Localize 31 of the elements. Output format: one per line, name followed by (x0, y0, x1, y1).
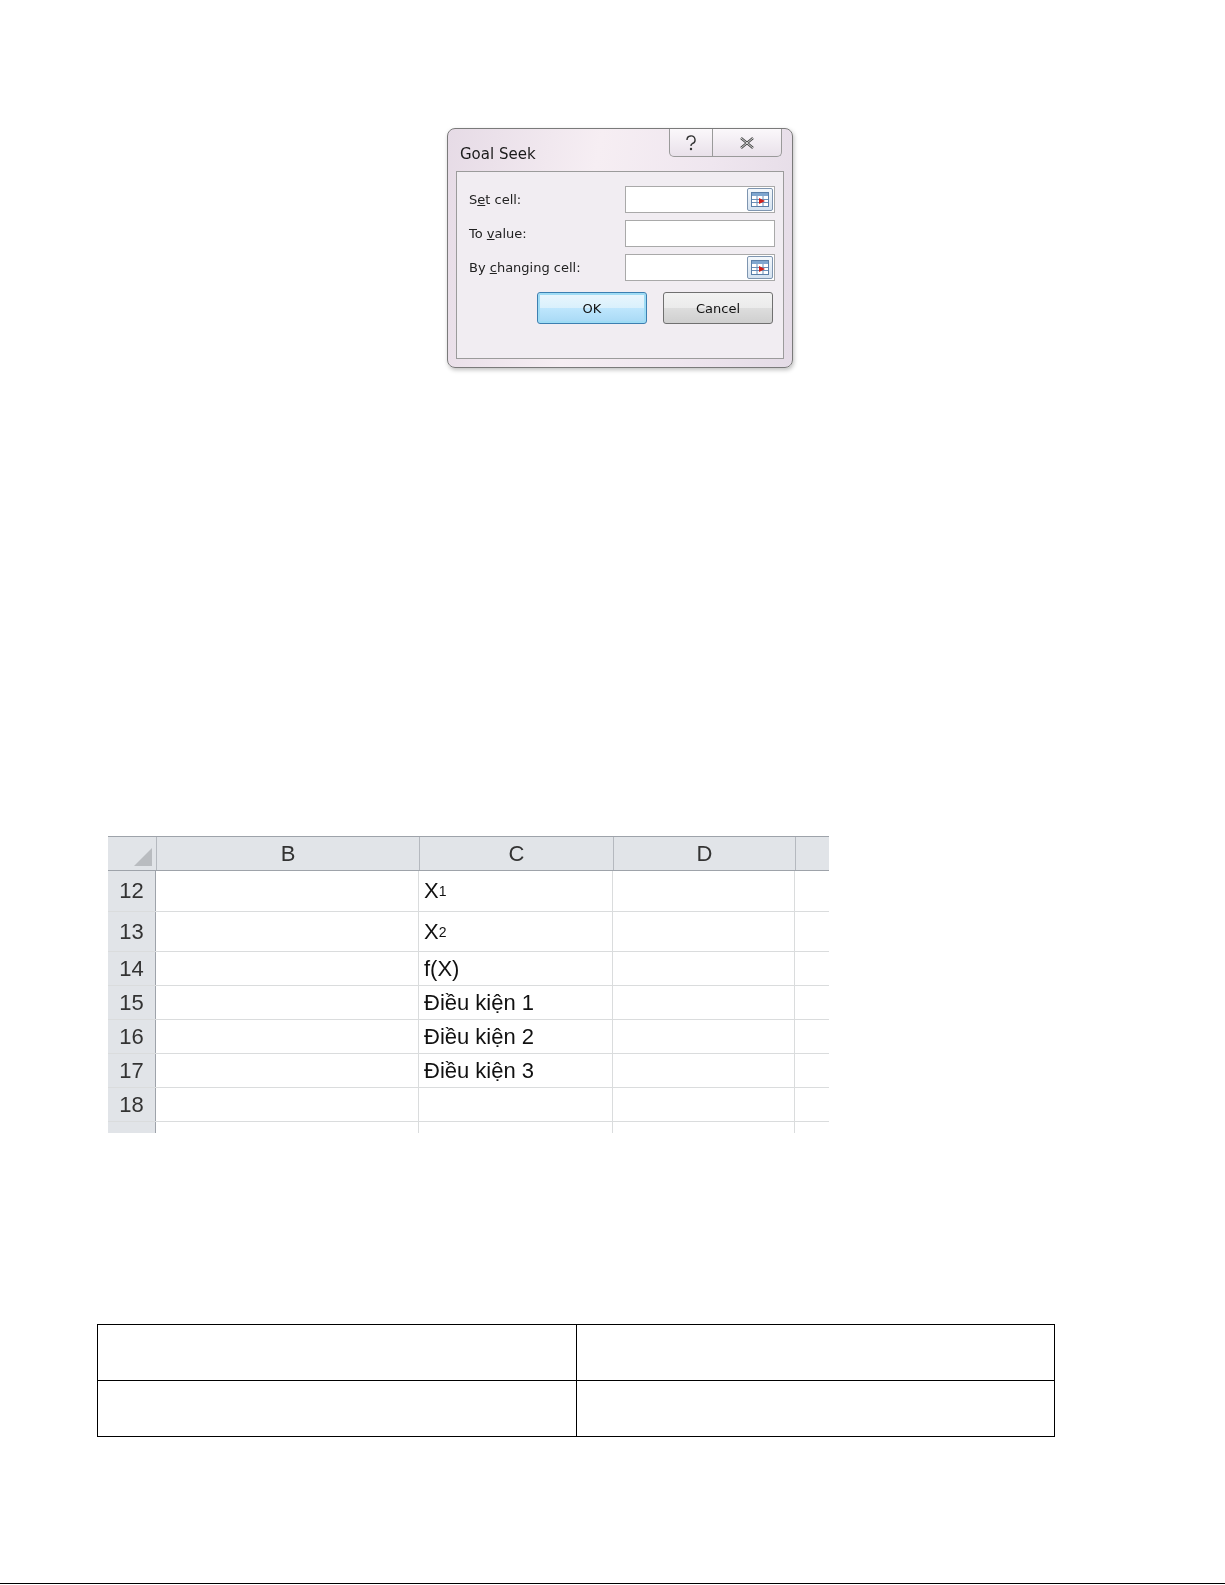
row-header[interactable]: 14 (108, 952, 156, 985)
column-header[interactable]: B (157, 837, 420, 870)
range-select-button[interactable] (747, 187, 773, 211)
ok-button[interactable]: OK (537, 292, 647, 324)
dialog-title: Goal Seek (460, 145, 536, 163)
field-label: To value: (469, 225, 527, 241)
range-select-button[interactable] (747, 255, 773, 279)
close-icon (739, 136, 755, 149)
table-cell: f(X) (419, 952, 613, 985)
row-header[interactable]: 15 (108, 986, 156, 1019)
close-button[interactable] (713, 129, 782, 157)
table-cell: Điều kiện 2 (419, 1020, 613, 1053)
input-field[interactable] (625, 253, 775, 281)
row-header[interactable]: 18 (108, 1088, 156, 1121)
cancel-button[interactable]: Cancel (663, 292, 773, 324)
row-header[interactable]: 17 (108, 1054, 156, 1087)
help-icon (685, 134, 697, 151)
field-label: Set cell: (469, 191, 522, 207)
help-button[interactable] (669, 129, 713, 157)
table-cell: Điều kiện 1 (419, 986, 613, 1019)
row-header[interactable]: 12 (108, 871, 156, 911)
row-header[interactable]: 13 (108, 912, 156, 951)
column-header[interactable]: C (420, 837, 614, 870)
input-field[interactable] (625, 185, 775, 213)
input-field[interactable] (625, 219, 775, 247)
cell-range-icon (751, 259, 769, 275)
table-cell: Điều kiện 3 (419, 1054, 613, 1087)
column-header[interactable]: D (614, 837, 796, 870)
row-header[interactable]: 16 (108, 1020, 156, 1053)
field-label: By changing cell: (469, 259, 581, 275)
cell-range-icon (751, 191, 769, 207)
